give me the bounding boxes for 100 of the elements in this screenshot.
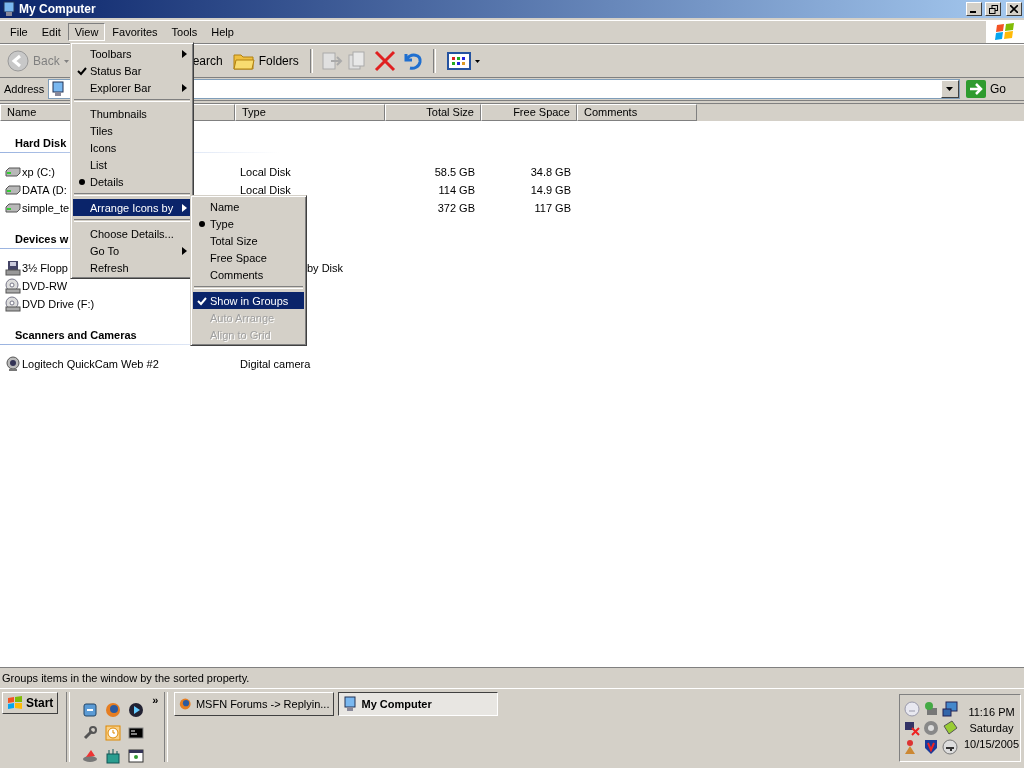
group-heading: Devices w bbox=[15, 232, 69, 247]
menu-bar-item[interactable]: View bbox=[67, 23, 106, 41]
menu-item[interactable]: Go To bbox=[73, 242, 191, 259]
wrench-icon[interactable] bbox=[82, 725, 99, 741]
network-error-icon[interactable] bbox=[904, 720, 920, 736]
globe-icon[interactable] bbox=[105, 702, 122, 718]
computer-icon bbox=[2, 1, 16, 17]
column-header[interactable]: Type bbox=[235, 104, 385, 121]
drive-name[interactable]: DVD Drive (F:) bbox=[22, 298, 95, 310]
dropdown-button[interactable] bbox=[941, 80, 959, 98]
total-size: 58.5 GB bbox=[434, 166, 475, 178]
submenu-arrow-icon bbox=[182, 246, 187, 255]
menu-item[interactable]: Tiles bbox=[73, 122, 191, 139]
clock-text: Saturday bbox=[969, 722, 1014, 734]
computer-icon bbox=[51, 81, 66, 97]
optical-drive-icon bbox=[5, 296, 21, 312]
menu-item[interactable]: Refresh bbox=[73, 259, 191, 276]
optical-drive-icon bbox=[5, 278, 21, 294]
menu-item[interactable]: Choose Details... bbox=[73, 225, 191, 242]
submenu-arrow-icon bbox=[182, 83, 187, 92]
network-icon[interactable] bbox=[105, 748, 122, 764]
column-header[interactable]: Comments bbox=[577, 104, 697, 121]
terminal-icon[interactable] bbox=[128, 725, 145, 741]
close-icon bbox=[1010, 5, 1018, 13]
menu-item[interactable]: Explorer Bar bbox=[73, 79, 191, 96]
clock-text: 11:16 PM bbox=[968, 706, 1015, 718]
window-icon[interactable] bbox=[128, 748, 145, 764]
shield-icon[interactable] bbox=[923, 739, 939, 755]
drive-name[interactable]: 3½ Flopp bbox=[22, 262, 68, 274]
floppy-disk-icon bbox=[5, 260, 21, 276]
more-shortcuts-button[interactable]: » bbox=[152, 694, 159, 706]
start-button[interactable]: Start bbox=[2, 692, 59, 714]
hard-drive-icon bbox=[5, 202, 21, 214]
free-space: 14.9 GB bbox=[530, 184, 571, 196]
menu-item[interactable]: Arrange Icons by bbox=[73, 199, 191, 216]
menu-bar-item[interactable]: Tools bbox=[164, 23, 205, 41]
windows-flag-icon bbox=[994, 22, 1016, 42]
drive-name[interactable]: simple_te bbox=[22, 202, 70, 214]
menu-bar-item[interactable]: File bbox=[3, 23, 35, 41]
drive-name[interactable]: DVD-RW bbox=[22, 280, 67, 292]
drive-name[interactable]: DATA (D: bbox=[22, 184, 67, 196]
total-size: 114 GB bbox=[438, 184, 475, 196]
minimize-button[interactable] bbox=[966, 2, 982, 16]
group-heading: Hard Disk bbox=[15, 136, 67, 151]
taskbar-button[interactable]: MSFN Forums -> Replyin... bbox=[174, 692, 335, 716]
column-header[interactable]: Free Space bbox=[481, 104, 577, 121]
windows-flag-icon bbox=[7, 696, 23, 710]
group-heading: Scanners and Cameras bbox=[15, 328, 137, 343]
views-icon bbox=[446, 52, 471, 70]
caret-icon bbox=[474, 59, 480, 63]
menu-item[interactable]: Details bbox=[73, 173, 191, 190]
menu-item[interactable]: Show in Groups bbox=[193, 292, 304, 309]
status-text: Groups items in the window by the sorted property. bbox=[2, 672, 250, 684]
folders-button[interactable]: Folders bbox=[229, 49, 302, 73]
taskbar-button[interactable]: My Computer bbox=[338, 692, 499, 716]
menu-item[interactable]: Free Space bbox=[193, 249, 304, 266]
monitor-icon[interactable] bbox=[942, 701, 958, 717]
menu-item[interactable]: Comments bbox=[193, 266, 304, 283]
hard-drive-icon bbox=[5, 166, 21, 178]
address-label: Address bbox=[4, 83, 45, 95]
computer-icon bbox=[343, 696, 358, 712]
go-arrow-icon bbox=[966, 80, 986, 98]
menu-bar-item[interactable]: Edit bbox=[34, 23, 68, 41]
restore-icon bbox=[988, 4, 998, 14]
menu-bar-item[interactable]: Favorites bbox=[105, 23, 165, 41]
caret-icon bbox=[63, 59, 69, 63]
delete-icon[interactable] bbox=[372, 50, 397, 72]
clock-text: 10/15/2005 bbox=[964, 738, 1020, 750]
drive-type: by Disk bbox=[307, 262, 344, 274]
folder-icon bbox=[232, 51, 255, 71]
go-button[interactable]: Go bbox=[964, 80, 1020, 98]
total-size: 372 GB bbox=[437, 202, 475, 214]
drive-name[interactable]: Logitech QuickCam Web #2 bbox=[22, 358, 159, 370]
play-icon[interactable] bbox=[128, 702, 145, 718]
menu-item[interactable]: Toolbars bbox=[73, 45, 191, 62]
free-space: 117 GB bbox=[534, 202, 571, 214]
submenu-arrow-icon bbox=[182, 203, 187, 212]
hard-drive-icon bbox=[5, 184, 21, 196]
webcam-icon bbox=[5, 356, 21, 372]
menu-item[interactable]: Total Size bbox=[193, 232, 304, 249]
column-header[interactable]: Total Size bbox=[385, 104, 481, 121]
disc-icon[interactable] bbox=[82, 748, 99, 764]
menu-bar-item[interactable]: Help bbox=[204, 23, 241, 41]
drive-name[interactable]: xp (C:) bbox=[22, 166, 55, 178]
submenu-arrow-icon bbox=[182, 49, 187, 58]
restore-button[interactable] bbox=[985, 2, 1001, 16]
close-button[interactable] bbox=[1006, 2, 1022, 16]
menu-item[interactable]: Thumbnails bbox=[73, 105, 191, 122]
drive-type: Local Disk bbox=[240, 184, 291, 196]
menu-item[interactable]: Icons bbox=[73, 139, 191, 156]
search-button[interactable]: earch bbox=[189, 52, 226, 70]
menu-item[interactable]: Name bbox=[193, 198, 304, 215]
caret-icon bbox=[946, 87, 954, 91]
drive-type: Digital camera bbox=[240, 358, 311, 370]
menu-item[interactable]: Type bbox=[193, 215, 304, 232]
menu-item[interactable]: List bbox=[73, 156, 191, 173]
window-title: My Computer bbox=[19, 2, 97, 16]
globe-icon bbox=[179, 696, 192, 712]
drive-type: Local Disk bbox=[240, 166, 291, 178]
menu-item[interactable]: Status Bar bbox=[73, 62, 191, 79]
